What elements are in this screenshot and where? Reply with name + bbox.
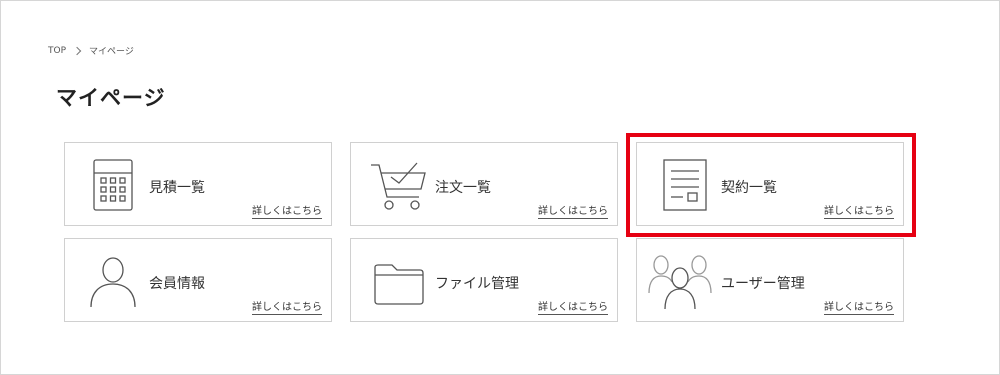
breadcrumb-home-link[interactable]: TOP	[48, 46, 66, 56]
calculator-icon	[85, 157, 141, 213]
details-link[interactable]: 詳しくはこちら	[538, 298, 608, 315]
person-icon	[85, 253, 141, 309]
card-estimates[interactable]: 見積一覧 詳しくはこちら	[64, 142, 332, 226]
folder-icon	[371, 253, 427, 309]
details-link[interactable]: 詳しくはこちら	[538, 202, 608, 219]
shopping-cart-check-icon	[369, 157, 429, 213]
card-member-info[interactable]: 会員情報 詳しくはこちら	[64, 238, 332, 322]
page-title: マイページ	[56, 86, 166, 110]
card-label: 注文一覧	[435, 180, 491, 196]
users-group-icon	[647, 251, 713, 311]
card-user-management[interactable]: ユーザー管理 詳しくはこちら	[636, 238, 904, 322]
highlight-box	[626, 133, 916, 237]
card-orders[interactable]: 注文一覧 詳しくはこちら	[350, 142, 618, 226]
chevron-right-icon	[72, 46, 82, 55]
details-link[interactable]: 詳しくはこちら	[824, 298, 894, 315]
card-label: ユーザー管理	[721, 276, 805, 292]
card-file-management[interactable]: ファイル管理 詳しくはこちら	[350, 238, 618, 322]
details-link[interactable]: 詳しくはこちら	[252, 202, 322, 219]
breadcrumb-current: マイページ	[89, 47, 134, 57]
details-link[interactable]: 詳しくはこちら	[252, 298, 322, 315]
breadcrumb: TOP マイページ	[48, 44, 134, 58]
card-label: ファイル管理	[435, 276, 519, 292]
card-label: 見積一覧	[149, 180, 205, 196]
card-label: 会員情報	[149, 276, 205, 292]
